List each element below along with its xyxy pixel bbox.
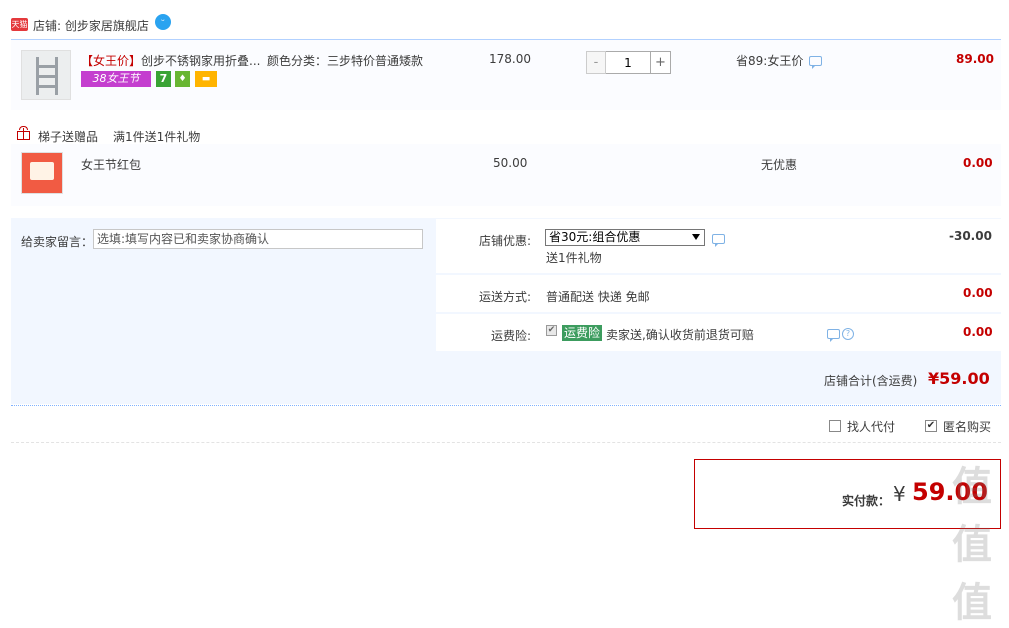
gift-promo-rule: 满1件送1件礼物 [113, 130, 201, 144]
item-title-link[interactable]: 【女王价】创步不锈钢家用折叠... [81, 52, 261, 69]
gift-discount: 无优惠 [761, 158, 798, 172]
promo-message-icon[interactable] [712, 234, 725, 247]
item-discount: 省89:女王价 [736, 54, 804, 68]
anonymous-label[interactable]: 匿名购买 [943, 418, 991, 435]
promo-selected-value: 省30元:组合优惠 [549, 230, 641, 244]
pay-label: 实付款： [842, 494, 891, 508]
insurance-message-icon[interactable] [827, 329, 840, 342]
dropdown-arrow-icon [692, 234, 700, 240]
gift-thumbnail[interactable] [21, 152, 63, 194]
gift-title[interactable]: 女王节红包 [81, 156, 141, 173]
seller-memo-input[interactable] [93, 229, 423, 249]
shop-name[interactable]: 店铺: 创步家居旗舰店 [33, 17, 149, 34]
discount-message-icon[interactable] [809, 56, 822, 69]
help-icon[interactable]: ? [842, 328, 854, 340]
red-envelope-image [30, 162, 54, 180]
proxy-pay-label[interactable]: 找人代付 [847, 418, 895, 435]
item-unit-price: 178.00 [489, 52, 531, 66]
proxy-pay-checkbox[interactable] [829, 420, 841, 432]
insurance-label: 运费险: [490, 329, 531, 343]
anonymous-checkbox[interactable]: ✔ [925, 420, 937, 432]
shop-total-label: 店铺合计(含运费) [824, 374, 918, 388]
credit-card-icon: ▬ [195, 71, 217, 87]
seven-day-return-icon: 7 [156, 71, 171, 87]
item-thumbnail[interactable] [21, 50, 71, 100]
shipping-label: 运送方式: [478, 290, 531, 304]
quantity-input[interactable] [606, 51, 650, 74]
promo-amount: -30.00 [949, 229, 992, 243]
checkout-divider [11, 442, 1001, 443]
shipping-method: 普通配送 快递 免邮 [546, 290, 650, 304]
watermark-logo: 值值值 [952, 464, 992, 626]
gift-promo-label: 梯子送赠品 [38, 130, 99, 144]
quantity-decrease-button[interactable]: - [586, 51, 606, 74]
shop-bottom-divider [11, 405, 1001, 406]
gift-icon [16, 126, 32, 140]
gift-row [11, 144, 1001, 206]
shipping-amount: 0.00 [963, 286, 993, 300]
tmall-badge: 天猫 [11, 18, 28, 31]
insurance-amount: 0.00 [963, 325, 993, 339]
promo-label: 店铺优惠: [478, 234, 531, 248]
item-title-prefix: 【女王价】 [81, 54, 142, 68]
shop-promo-select[interactable]: 省30元:组合优惠 [545, 229, 705, 246]
pay-currency: ¥ [893, 482, 906, 506]
womens-day-tag: 38女王节 [81, 71, 151, 87]
promo-gift-text: 送1件礼物 [546, 251, 602, 265]
service-guarantee-icon: ♦ [175, 71, 190, 87]
item-title-text: 创步不锈钢家用折叠... [141, 54, 261, 68]
gift-subtotal: 0.00 [963, 156, 993, 170]
insurance-text: 卖家送,确认收货前退货可赔 [606, 328, 754, 342]
shop-total-amount: ¥59.00 [928, 369, 990, 388]
gift-price: 50.00 [493, 156, 528, 170]
insurance-badge: 运费险 [562, 325, 603, 341]
insurance-checkbox[interactable]: ✔ [546, 325, 557, 336]
wangwang-chat-icon[interactable]: ᵕ [155, 14, 171, 30]
ladder-image [36, 57, 58, 95]
item-sku: 颜色分类：三步特价普通矮款 [267, 54, 424, 68]
memo-label: 给卖家留言： [21, 235, 94, 249]
quantity-increase-button[interactable]: + [650, 51, 671, 74]
item-subtotal: 89.00 [956, 52, 994, 66]
